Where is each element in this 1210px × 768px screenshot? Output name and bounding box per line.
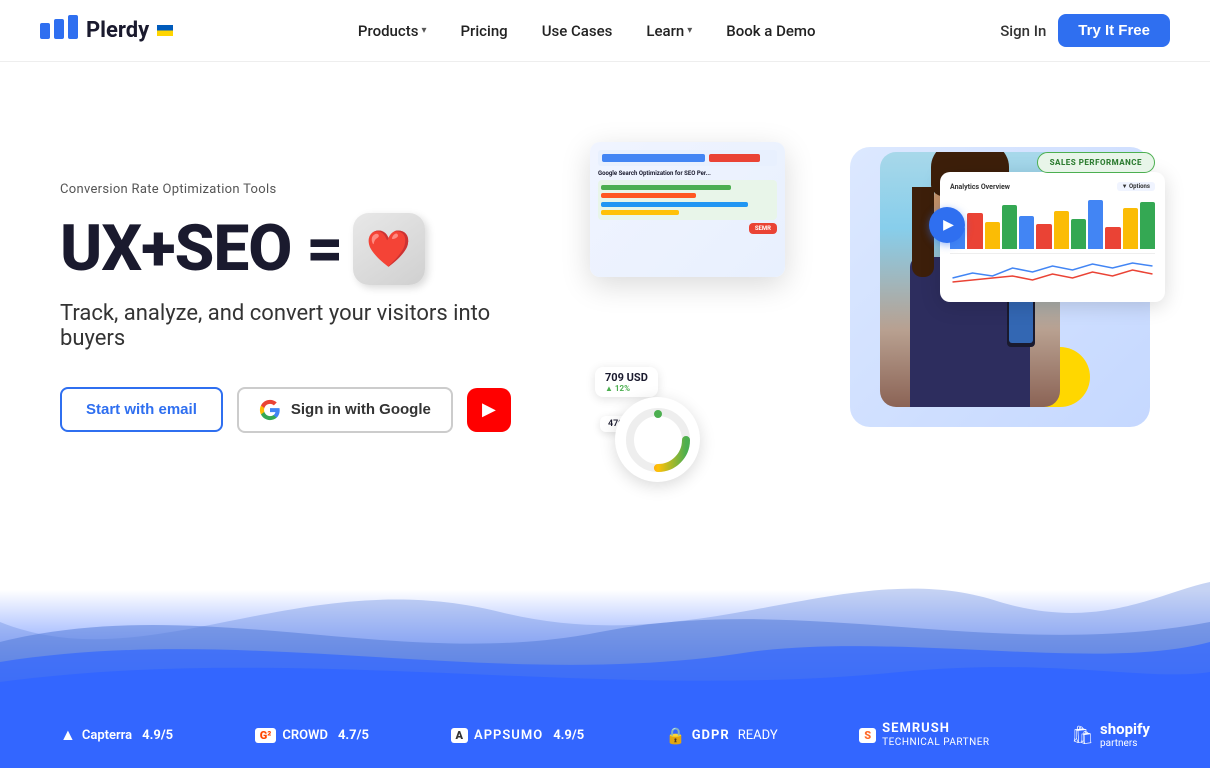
nav-learn[interactable]: Learn ▾ xyxy=(632,16,706,46)
capterra-label: Capterra xyxy=(82,728,132,743)
bottom-bar: ▲ Capterra 4.9/5 G² CROWD 4.7/5 A APPSUM… xyxy=(0,702,1210,768)
hero-section: Conversion Rate Optimization Tools UX+SE… xyxy=(0,62,1210,542)
gdpr-icon: 🔒 xyxy=(666,726,686,745)
seo-screenshot-card: Google Search Optimization for SEO Per..… xyxy=(590,142,785,277)
semrush-icon: S xyxy=(859,728,876,743)
analytics-card: Analytics Overview ▼ Options xyxy=(940,172,1165,302)
shopify-label: shopify xyxy=(1100,720,1150,738)
partner-semrush: S SEMRUSH TECHNICAL PARTNER xyxy=(859,721,989,749)
nav-right: Sign In Try It Free xyxy=(1000,14,1170,47)
gdpr-suffix: READY xyxy=(738,728,778,743)
video-play-icon[interactable]: ▶ xyxy=(929,207,965,243)
gdpr-label: GDPR xyxy=(692,728,730,743)
appsumo-rating: 4.9/5 xyxy=(553,728,584,743)
play-icon: ▶ xyxy=(482,399,496,420)
google-icon xyxy=(259,399,281,421)
google-signin-button[interactable]: Sign in with Google xyxy=(237,387,453,433)
line-chart xyxy=(950,258,1155,283)
nav-use-cases[interactable]: Use Cases xyxy=(528,16,627,46)
chevron-down-icon: ▾ xyxy=(687,25,692,36)
shopify-suffix: partners xyxy=(1100,738,1150,750)
logo[interactable]: Plerdy xyxy=(40,15,173,47)
nav-pricing[interactable]: Pricing xyxy=(446,16,521,46)
nav-book-demo[interactable]: Book a Demo xyxy=(712,16,829,46)
hero-headline-text: UX+SEO = xyxy=(60,217,343,281)
price-tag: 709 USD ▲ 12% xyxy=(595,367,658,397)
semrush-label: SEMRUSH xyxy=(882,721,989,737)
nav-links: Products ▾ Pricing Use Cases Learn ▾ Boo… xyxy=(344,16,830,46)
wave-svg xyxy=(0,542,1210,702)
wave-section xyxy=(0,542,1210,702)
hero-illustration: Google Search Optimization for SEO Per..… xyxy=(590,127,1150,487)
ukraine-flag xyxy=(157,25,173,36)
partner-g2: G² CROWD 4.7/5 xyxy=(255,728,369,743)
partner-gdpr: 🔒 GDPR READY xyxy=(666,726,778,745)
g2-rating: 4.7/5 xyxy=(338,728,369,743)
logo-text: Plerdy xyxy=(86,18,149,43)
nav-products[interactable]: Products ▾ xyxy=(344,16,441,46)
navbar: Plerdy Products ▾ Pricing Use Cases Lear… xyxy=(0,0,1210,62)
hero-tagline: Track, analyze, and convert your visitor… xyxy=(60,301,560,351)
logo-icon xyxy=(40,15,78,47)
appsumo-label: APPSUMO xyxy=(474,728,543,743)
g2-crowd-label: CROWD xyxy=(282,728,328,743)
partner-appsumo: A APPSUMO 4.9/5 xyxy=(451,728,585,743)
hero-headline: UX+SEO = ❤️ xyxy=(60,213,560,285)
sales-badge: SALES PERFORMANCE xyxy=(1037,152,1155,173)
g2-icon: G² xyxy=(255,728,277,743)
start-email-button[interactable]: Start with email xyxy=(60,387,223,432)
capterra-rating: 4.9/5 xyxy=(142,728,173,743)
sign-in-link[interactable]: Sign In xyxy=(1000,22,1046,40)
gauge-chart xyxy=(624,406,692,474)
shopify-icon: 🛍 xyxy=(1071,725,1094,746)
hero-actions: Start with email Sign in with Google ▶ xyxy=(60,387,560,433)
try-free-button[interactable]: Try It Free xyxy=(1058,14,1170,47)
hero-left: Conversion Rate Optimization Tools UX+SE… xyxy=(60,182,560,433)
heart-icon: ❤️ xyxy=(353,213,425,285)
youtube-button[interactable]: ▶ xyxy=(467,388,511,432)
partner-shopify: 🛍 shopify partners xyxy=(1071,720,1150,750)
appsumo-icon: A xyxy=(451,728,469,743)
partner-capterra: ▲ Capterra 4.9/5 xyxy=(60,725,173,745)
semrush-suffix: TECHNICAL PARTNER xyxy=(882,737,989,749)
capterra-icon: ▲ xyxy=(60,725,76,745)
chevron-down-icon: ▾ xyxy=(421,25,426,36)
hero-subtitle: Conversion Rate Optimization Tools xyxy=(60,182,560,197)
gauge-card xyxy=(615,397,700,482)
